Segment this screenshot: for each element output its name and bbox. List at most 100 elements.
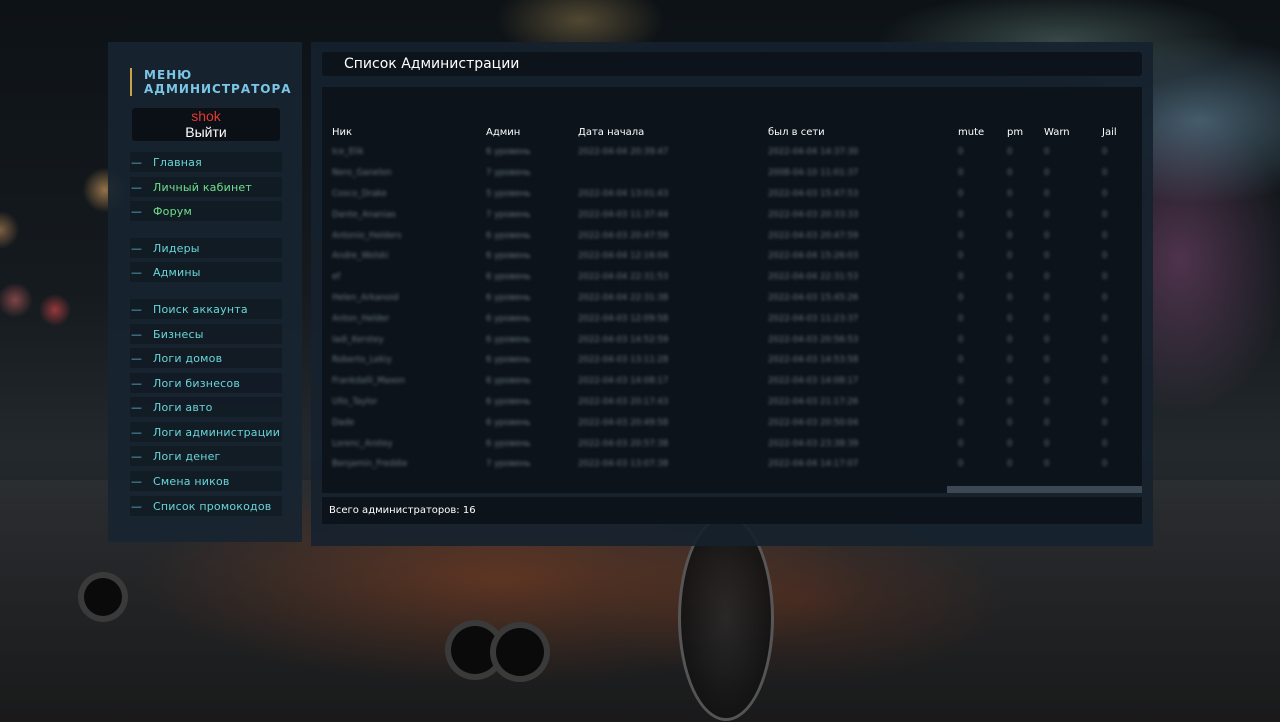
sidebar-title-line1: МЕНЮ — [144, 68, 193, 82]
cell-mute: 0 — [958, 230, 964, 241]
cell-pm: 0 — [1007, 313, 1013, 324]
cell-mute: 0 — [958, 272, 964, 283]
cell-pm: 0 — [1007, 230, 1013, 241]
sidebar-item-house-logs[interactable]: — Логи домов — [130, 348, 282, 368]
sidebar-item-admins[interactable]: — Админы — [130, 262, 282, 282]
cell-start-date: 2022-04-03 14:08:17 — [578, 376, 669, 387]
table-row: Ice_Elik 6 уровень 2022-04-04 20:39:47 2022… — [332, 142, 1132, 163]
cell-jail: 0 — [1102, 168, 1108, 179]
cell-warn: 0 — [1044, 459, 1050, 470]
cell-jail: 0 — [1102, 209, 1108, 220]
cell-warn: 0 — [1044, 209, 1050, 220]
sidebar-item-admin-logs[interactable]: — Логи администрации — [130, 422, 282, 442]
menu-dash: — — [131, 180, 142, 194]
cell-mute: 0 — [958, 459, 964, 470]
cell-jail: 0 — [1102, 272, 1108, 283]
cell-last-online: 2022-04-03 21:17:26 — [768, 396, 859, 407]
cell-jail: 0 — [1102, 396, 1108, 407]
table-row: Andre_Wolski 6 уровень 2022-04-04 12:16:04… — [332, 246, 1132, 267]
username: shok — [191, 108, 221, 124]
cell-mute: 0 — [958, 292, 964, 303]
cell-start-date — [578, 163, 768, 184]
table-row: Anton_Helder 6 уровень 2022-04-03 12:09:58… — [332, 308, 1132, 329]
sidebar-item-leaders[interactable]: — Лидеры — [130, 238, 282, 258]
menu-dash: — — [131, 425, 142, 439]
cell-admin-level: 7 уровень — [486, 459, 531, 470]
admin-list-panel: Список Администрации Ник Админ Дата нача… — [311, 42, 1153, 546]
cell-admin-level: 6 уровень — [486, 230, 531, 241]
sidebar-item-label: Смена ников — [153, 474, 230, 488]
cell-mute: 0 — [958, 209, 964, 220]
cell-pm: 0 — [1007, 147, 1013, 158]
cell-warn: 0 — [1044, 417, 1050, 428]
sidebar-item-label: Личный кабинет — [153, 180, 252, 194]
cell-admin-level: 5 уровень — [486, 188, 531, 199]
table-row: Roberto_Lekiy 6 уровень 2022-04-03 13:11:2… — [332, 350, 1132, 371]
cell-admin-level: 6 уровень — [486, 438, 531, 449]
sidebar-item-label: Логи домов — [153, 351, 223, 365]
admin-count: Всего администраторов: 16 — [329, 505, 476, 516]
sidebar-item-cabinet[interactable]: — Личный кабинет — [130, 177, 282, 197]
table-row: Benjamin_Freddie 7 уровень 2022-04-03 13:0… — [332, 454, 1132, 475]
cell-nick: ef — [332, 272, 341, 283]
panel-header: Список Администрации — [322, 52, 1142, 76]
cell-pm: 0 — [1007, 376, 1013, 387]
cell-nick: Anton_Helder — [332, 313, 390, 324]
cell-last-online: 2022-04-03 20:56:53 — [768, 334, 859, 345]
cell-nick: Nero_Ganelon — [332, 168, 392, 179]
table-row: Cosco_Drake 5 уровень 2022-04-04 13:01:43 2… — [332, 184, 1132, 205]
sidebar-item-label: Логи администрации — [153, 425, 281, 439]
cell-warn: 0 — [1044, 313, 1050, 324]
sidebar-item-car-logs[interactable]: — Логи авто — [130, 397, 282, 417]
table-row: Frankdalli_Maxon 6 уровень 2022-04-03 14:0… — [332, 371, 1132, 392]
cell-last-online: 2022-04-03 20:50:04 — [768, 417, 859, 428]
sidebar-item-home[interactable]: — Главная — [130, 152, 282, 172]
cell-mute: 0 — [958, 147, 964, 158]
cell-warn: 0 — [1044, 396, 1050, 407]
horizontal-scrollbar[interactable] — [322, 485, 1142, 493]
cell-start-date: 2022-04-03 14:52:59 — [578, 334, 669, 345]
user-box: shok Выйти — [132, 108, 280, 141]
cell-nick: Antonio_Helders — [332, 230, 402, 241]
cell-mute: 0 — [958, 188, 964, 199]
cell-nick: Iadi_Kerstey — [332, 334, 384, 345]
sidebar-item-forum[interactable]: — Форум — [130, 201, 282, 221]
cell-admin-level: 6 уровень — [486, 251, 531, 262]
page-title: Список Администрации — [344, 56, 520, 72]
sidebar-item-promocodes[interactable]: — Список промокодов — [130, 496, 282, 516]
cell-warn: 0 — [1044, 376, 1050, 387]
logout-button[interactable]: Выйти — [132, 124, 280, 141]
sidebar-item-businesses[interactable]: — Бизнесы — [130, 324, 282, 344]
cell-nick: Helen_Arkanoid — [332, 292, 399, 303]
cell-jail: 0 — [1102, 355, 1108, 366]
table-row: Lorenc_Arotey 6 уровень 2022-04-03 20:57:3… — [332, 433, 1132, 454]
cell-pm: 0 — [1007, 188, 1013, 199]
sidebar-item-label: Лидеры — [153, 241, 200, 255]
sidebar-item-label: Админы — [153, 265, 201, 279]
sidebar-item-account-search[interactable]: — Поиск аккаунта — [130, 299, 282, 319]
cell-nick: Cosco_Drake — [332, 188, 387, 199]
cell-jail: 0 — [1102, 292, 1108, 303]
sidebar-item-nick-changes[interactable]: — Смена ников — [130, 471, 282, 491]
cell-admin-level: 7 уровень — [486, 209, 531, 220]
admin-table-container: Ник Админ Дата начала был в сети mute pm… — [322, 87, 1142, 485]
menu-dash: — — [131, 327, 142, 341]
cell-pm: 0 — [1007, 438, 1013, 449]
cell-last-online: 2022-04-04 14:17:07 — [768, 459, 859, 470]
cell-mute: 0 — [958, 438, 964, 449]
cell-last-online: 2022-04-03 23:38:39 — [768, 438, 859, 449]
cell-start-date: 2022-04-03 12:09:58 — [578, 313, 669, 324]
scrollbar-thumb[interactable] — [947, 486, 1142, 493]
cell-pm: 0 — [1007, 272, 1013, 283]
cell-jail: 0 — [1102, 230, 1108, 241]
cell-warn: 0 — [1044, 334, 1050, 345]
sidebar-item-money-logs[interactable]: — Логи денег — [130, 446, 282, 466]
cell-last-online: 2022-04-03 14:53:58 — [768, 355, 859, 366]
cell-last-online: 2022-04-04 15:26:03 — [768, 251, 859, 262]
cell-jail: 0 — [1102, 251, 1108, 262]
cell-mute: 0 — [958, 355, 964, 366]
sidebar-item-business-logs[interactable]: — Логи бизнесов — [130, 373, 282, 393]
cell-last-online: 2022-04-03 15:47:53 — [768, 188, 859, 199]
column-header-admin: Админ — [486, 126, 521, 138]
menu-dash: — — [131, 499, 142, 513]
